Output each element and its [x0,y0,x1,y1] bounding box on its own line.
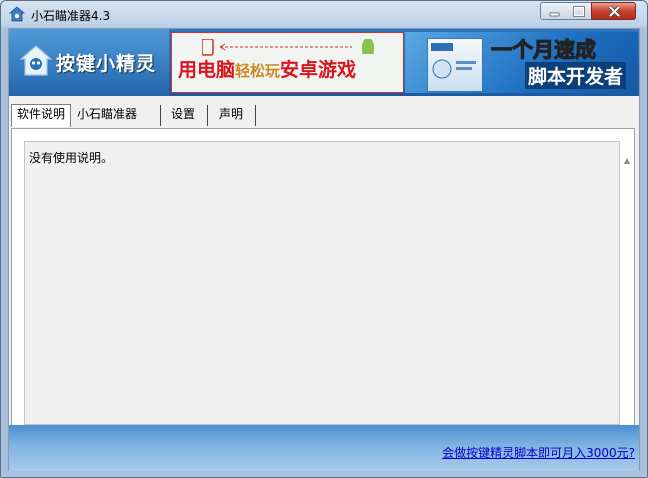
minimize-icon [549,12,560,17]
promo-link[interactable]: 会做按键精灵脚本即可月入3000元? [442,444,635,461]
ad-android-games[interactable]: 用电脑轻松玩安卓游戏 [171,32,404,93]
maximize-icon [573,6,585,17]
minimize-button[interactable] [540,2,567,20]
banner: 按键小精灵 用电脑轻松玩安卓游戏 一个月速成 脚本开发者 [9,29,639,96]
description-textbox[interactable]: 没有使用说明。 ▲ ▼ [24,141,630,434]
logo-house-icon [19,45,53,76]
description-text: 没有使用说明。 [29,151,114,165]
product-box-image [427,38,483,92]
box-graphic-icon [431,43,476,79]
tab-aimer[interactable]: 小石瞄准器4.3 [72,105,161,140]
window-title: 小石瞄准器4.3 [31,9,111,23]
maximize-button[interactable] [566,2,592,20]
logo-text: 按键小精灵 [56,53,157,75]
tab-settings[interactable]: 设置 [166,105,208,126]
app-icon [9,6,25,22]
ad1-end-text: 安卓游戏 [280,59,357,81]
ad2-subline: 脚本开发者 [525,62,627,89]
footer-bar: 会做按键精灵脚本即可月入3000元? [9,425,639,471]
close-icon [608,5,621,18]
ad2-headline: 一个月速成 [491,38,597,63]
ad1-mid-text: 轻松玩 [235,62,281,80]
ad1-main-text: 用电脑 [178,59,236,81]
app-window: 小石瞄准器4.3 按键小精灵 用电脑轻松玩安卓游戏 一个月速成 脚本开发者 软件… [0,0,648,478]
tab-software-info[interactable]: 软件说明 [11,104,71,127]
tab-statement[interactable]: 声明 [214,105,256,126]
client-area: 按键小精灵 用电脑轻松玩安卓游戏 一个月速成 脚本开发者 软件说明 小石瞄准器 … [8,28,640,471]
scroll-up-arrow-icon[interactable]: ▲ [621,155,633,167]
tab-panel: 没有使用说明。 ▲ ▼ [11,128,635,452]
ad-script-course[interactable]: 一个月速成 脚本开发者 [405,32,638,93]
tab-bar: 软件说明 小石瞄准器4.3 设置 声明 [9,104,639,140]
logo-area[interactable]: 按键小精灵 [9,29,169,96]
title-bar[interactable]: 小石瞄准器4.3 [1,1,647,27]
ad1-headline: 用电脑轻松玩安卓游戏 [178,55,356,82]
close-button[interactable] [591,2,636,20]
